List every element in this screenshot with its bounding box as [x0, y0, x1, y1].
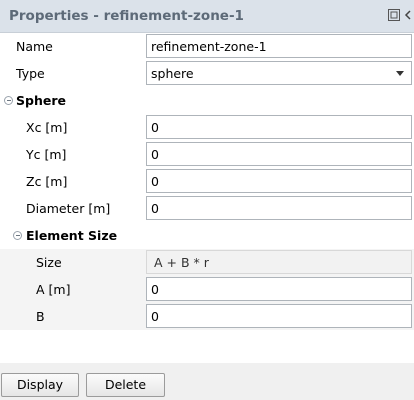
yc-field[interactable]: 0: [146, 142, 412, 166]
size-row: Size A + B * r: [0, 249, 414, 276]
collapse-icon[interactable]: [4, 96, 13, 105]
a-field[interactable]: 0: [146, 277, 412, 301]
panel-title: Properties - refinement-zone-1: [9, 8, 244, 24]
b-label: B: [36, 309, 45, 324]
type-row: Type sphere: [0, 60, 414, 87]
name-label: Name: [16, 39, 53, 54]
a-label: A [m]: [36, 282, 71, 297]
a-row: A [m] 0: [0, 276, 414, 303]
name-row: Name refinement-zone-1: [0, 33, 414, 60]
properties-panel: Name refinement-zone-1 Type sphere Spher…: [0, 33, 414, 363]
panel-titlebar: Properties - refinement-zone-1: [0, 0, 414, 33]
chevron-left-icon[interactable]: [402, 9, 414, 21]
zc-field[interactable]: 0: [146, 169, 412, 193]
size-formula-field: A + B * r: [146, 250, 412, 274]
display-button[interactable]: Display: [1, 373, 79, 397]
sphere-section-header[interactable]: Sphere: [0, 87, 414, 114]
diameter-field[interactable]: 0: [146, 196, 412, 220]
yc-label: Yc [m]: [26, 147, 67, 162]
sphere-header: Sphere: [16, 93, 66, 108]
name-field[interactable]: refinement-zone-1: [146, 34, 412, 58]
type-select[interactable]: sphere: [146, 61, 412, 85]
diameter-row: Diameter [m] 0: [0, 195, 414, 222]
b-field[interactable]: 0: [146, 304, 412, 328]
size-label: Size: [36, 255, 62, 270]
xc-row: Xc [m] 0: [0, 114, 414, 141]
yc-row: Yc [m] 0: [0, 141, 414, 168]
chevron-down-icon[interactable]: [396, 71, 404, 76]
b-row: B 0: [0, 303, 414, 330]
zc-row: Zc [m] 0: [0, 168, 414, 195]
collapse-icon[interactable]: [13, 231, 22, 240]
xc-field[interactable]: 0: [146, 115, 412, 139]
element-size-header: Element Size: [26, 228, 118, 243]
xc-label: Xc [m]: [26, 120, 68, 135]
dock-icon[interactable]: [388, 9, 400, 21]
delete-button[interactable]: Delete: [86, 373, 165, 397]
type-label: Type: [16, 66, 45, 81]
zc-label: Zc [m]: [26, 174, 68, 189]
element-size-section-header[interactable]: Element Size: [0, 222, 414, 249]
diameter-label: Diameter [m]: [26, 201, 111, 216]
